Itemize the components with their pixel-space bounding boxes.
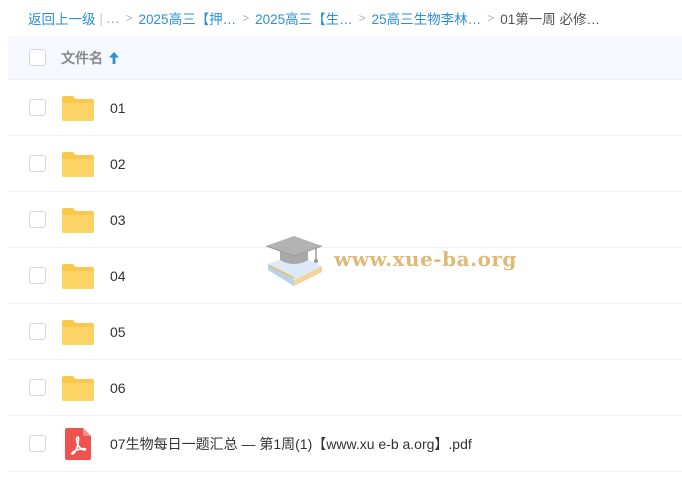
breadcrumb-current: 01第一周 必修… [500, 12, 600, 27]
file-row[interactable]: 06 [8, 360, 682, 416]
select-all-checkbox[interactable] [29, 49, 46, 66]
folder-icon [61, 318, 95, 346]
file-row[interactable]: 03 [8, 192, 682, 248]
file-row[interactable]: 05 [8, 304, 682, 360]
breadcrumb-back-link[interactable]: 返回上一级 [28, 8, 96, 28]
file-name[interactable]: 01 [110, 100, 126, 116]
file-name[interactable]: 04 [110, 268, 126, 284]
row-checkbox[interactable] [29, 155, 46, 172]
breadcrumb-item-2[interactable]: 2025高三【生… [255, 8, 353, 28]
file-name[interactable]: 03 [110, 212, 126, 228]
folder-icon [61, 374, 95, 402]
sort-ascending-icon[interactable] [108, 51, 120, 65]
row-checkbox[interactable] [29, 211, 46, 228]
breadcrumb-item-1[interactable]: 2025高三【押… [139, 8, 237, 28]
folder-icon [61, 150, 95, 178]
breadcrumb-separator: > [358, 11, 366, 25]
file-name[interactable]: 07生物每日一题汇总 — 第1周(1)【www.xu e-b a.org】.pd… [110, 434, 472, 454]
pdf-icon [61, 427, 95, 460]
breadcrumb: 返回上一级 | … > 2025高三【押… > 2025高三【生… > 25高三… [0, 0, 682, 36]
breadcrumb-separator: > [125, 11, 133, 25]
row-checkbox[interactable] [29, 323, 46, 340]
file-name[interactable]: 02 [110, 156, 126, 172]
breadcrumb-separator: > [487, 11, 495, 25]
breadcrumb-separator: > [242, 11, 250, 25]
file-list-header: 文件名 [8, 36, 682, 80]
row-checkbox[interactable] [29, 379, 46, 396]
row-checkbox[interactable] [29, 267, 46, 284]
row-checkbox[interactable] [29, 435, 46, 452]
file-row[interactable]: 04 [8, 248, 682, 304]
file-name[interactable]: 06 [110, 380, 126, 396]
file-row[interactable]: 07生物每日一题汇总 — 第1周(1)【www.xu e-b a.org】.pd… [8, 416, 682, 472]
file-row[interactable]: 01 [8, 80, 682, 136]
breadcrumb-ellipsis[interactable]: … [106, 11, 120, 26]
file-row[interactable]: 02 [8, 136, 682, 192]
folder-icon [61, 262, 95, 290]
file-name[interactable]: 05 [110, 324, 126, 340]
file-list: 01 02 03 04 05 06 07生物每日一题汇总 — 第1周(1)【ww… [8, 80, 682, 472]
breadcrumb-divider: | [99, 10, 104, 26]
folder-icon [61, 206, 95, 234]
breadcrumb-item-3[interactable]: 25高三生物李林… [372, 8, 482, 28]
filename-column-header[interactable]: 文件名 [61, 48, 103, 68]
row-checkbox[interactable] [29, 99, 46, 116]
folder-icon [61, 94, 95, 122]
